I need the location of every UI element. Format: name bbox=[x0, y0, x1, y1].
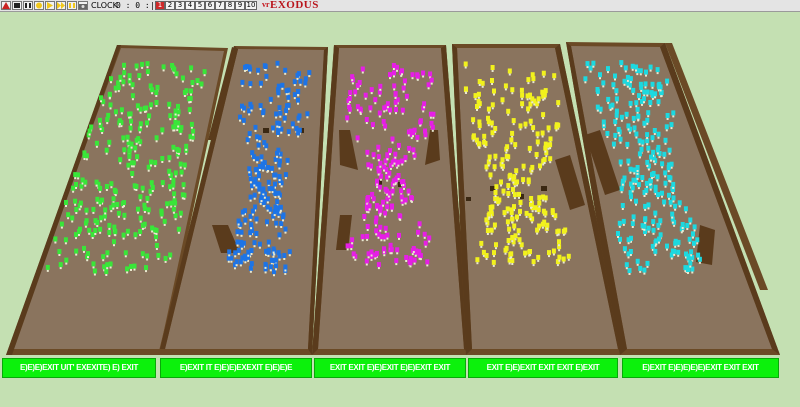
exit-strip-1: E)E)E)EXIT UIT' EXEXITE) E) EXIT bbox=[2, 358, 156, 378]
stop-icon[interactable] bbox=[12, 1, 22, 10]
step-icon[interactable] bbox=[67, 1, 77, 10]
scenario-button-4[interactable]: 4 bbox=[185, 1, 195, 10]
scenario-button-3[interactable]: 3 bbox=[175, 1, 185, 10]
exit-label-2: E)EXIT IT E)E)E)EXEXIT E)E)E)E bbox=[179, 363, 293, 372]
scenario-button-1[interactable]: 1 bbox=[155, 1, 165, 10]
app-title: EXODUS bbox=[270, 0, 319, 11]
separator-icon: | bbox=[151, 1, 154, 10]
scenario-button-9[interactable]: 9 bbox=[235, 1, 245, 10]
camera-icon[interactable] bbox=[78, 1, 88, 10]
exit-label-1: E)E)E)EXIT UIT' EXEXITE) E) EXIT bbox=[19, 363, 139, 372]
scenario-button-7[interactable]: 7 bbox=[215, 1, 225, 10]
record-icon[interactable] bbox=[34, 1, 44, 10]
scenario-button-8[interactable]: 8 bbox=[225, 1, 235, 10]
fast-forward-icon[interactable] bbox=[56, 1, 66, 10]
exit-strip-4: EXIT E)E)EXIT EXIT EXIT E)EXIT bbox=[468, 358, 618, 378]
room-3 bbox=[312, 45, 470, 355]
scenario-button-10[interactable]: 10 bbox=[245, 1, 257, 10]
brand-prefix: vr bbox=[262, 0, 270, 9]
exit-strip-3: EXIT EXIT E)E)EXIT E)E)EXIT EXIT bbox=[314, 358, 466, 378]
scenario-button-2[interactable]: 2 bbox=[165, 1, 175, 10]
clock-label: CLOCK bbox=[91, 1, 118, 10]
exit-label-5: E)EXIT E)E)E)E)E)EXIT EXIT EXIT bbox=[642, 363, 759, 372]
play-icon[interactable] bbox=[45, 1, 55, 10]
scenario-button-5[interactable]: 5 bbox=[195, 1, 205, 10]
toolbar: CLOCK 0 : 0 : 7 : 9 | 1 2 3 4 5 6 7 8 9 10 vr EXO… bbox=[0, 0, 800, 12]
pause-icon[interactable] bbox=[23, 1, 33, 10]
warning-icon[interactable] bbox=[1, 1, 11, 10]
simulation-viewport[interactable] bbox=[0, 0, 800, 407]
exit-label-4: EXIT E)E)EXIT EXIT EXIT E)EXIT bbox=[486, 363, 600, 372]
exit-strip-5: E)EXIT E)E)E)E)E)EXIT EXIT EXIT bbox=[622, 358, 779, 378]
exit-strip-2: E)EXIT IT E)E)E)EXEXIT E)E)E)E bbox=[160, 358, 312, 378]
exit-label-3: EXIT EXIT E)E)EXIT E)E)EXIT EXIT bbox=[329, 363, 451, 372]
scenario-button-6[interactable]: 6 bbox=[205, 1, 215, 10]
